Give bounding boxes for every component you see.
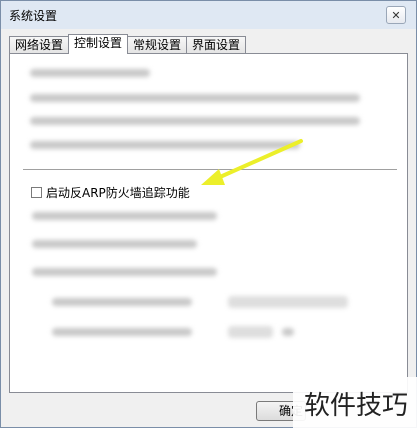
obscured-dropdown: [228, 296, 348, 308]
obscured-option-line: [32, 212, 217, 220]
obscured-option-line: [32, 240, 197, 248]
obscured-text-line: [30, 94, 360, 102]
obscured-text-line: [30, 69, 150, 77]
arp-tracking-label: 启动反ARP防火墙追踪功能: [46, 186, 190, 200]
obscured-unit: [282, 328, 294, 336]
tab-panel: [9, 53, 408, 393]
tab-control-settings[interactable]: 控制设置: [68, 34, 129, 54]
settings-dialog: 系统设置 ✕ 网络设置 控制设置 常规设置 界面设置 启动反ARP防火墙追踪功能: [0, 0, 417, 428]
tab-general-settings[interactable]: 常规设置: [127, 36, 188, 54]
tab-network-settings[interactable]: 网络设置: [9, 36, 70, 54]
arp-tracking-checkbox[interactable]: [31, 187, 42, 198]
obscured-field-label: [52, 298, 192, 306]
yellow-arrow-annotation: [201, 139, 303, 185]
arp-tracking-option[interactable]: 启动反ARP防火墙追踪功能: [31, 184, 190, 201]
watermark: 软件技巧: [293, 377, 419, 430]
close-button[interactable]: ✕: [386, 6, 406, 24]
obscured-field-label: [52, 328, 192, 336]
close-icon: ✕: [391, 8, 401, 22]
obscured-option-line: [32, 268, 217, 276]
watermark-text: 软件技巧: [303, 391, 408, 421]
obscured-spinner: [228, 326, 273, 338]
tab-strip: 网络设置 控制设置 常规设置 界面设置: [9, 34, 247, 54]
obscured-text-line: [30, 117, 360, 125]
title-bar: 系统设置 ✕: [1, 1, 416, 29]
window-title: 系统设置: [9, 8, 58, 23]
tab-interface-settings[interactable]: 界面设置: [186, 36, 247, 54]
